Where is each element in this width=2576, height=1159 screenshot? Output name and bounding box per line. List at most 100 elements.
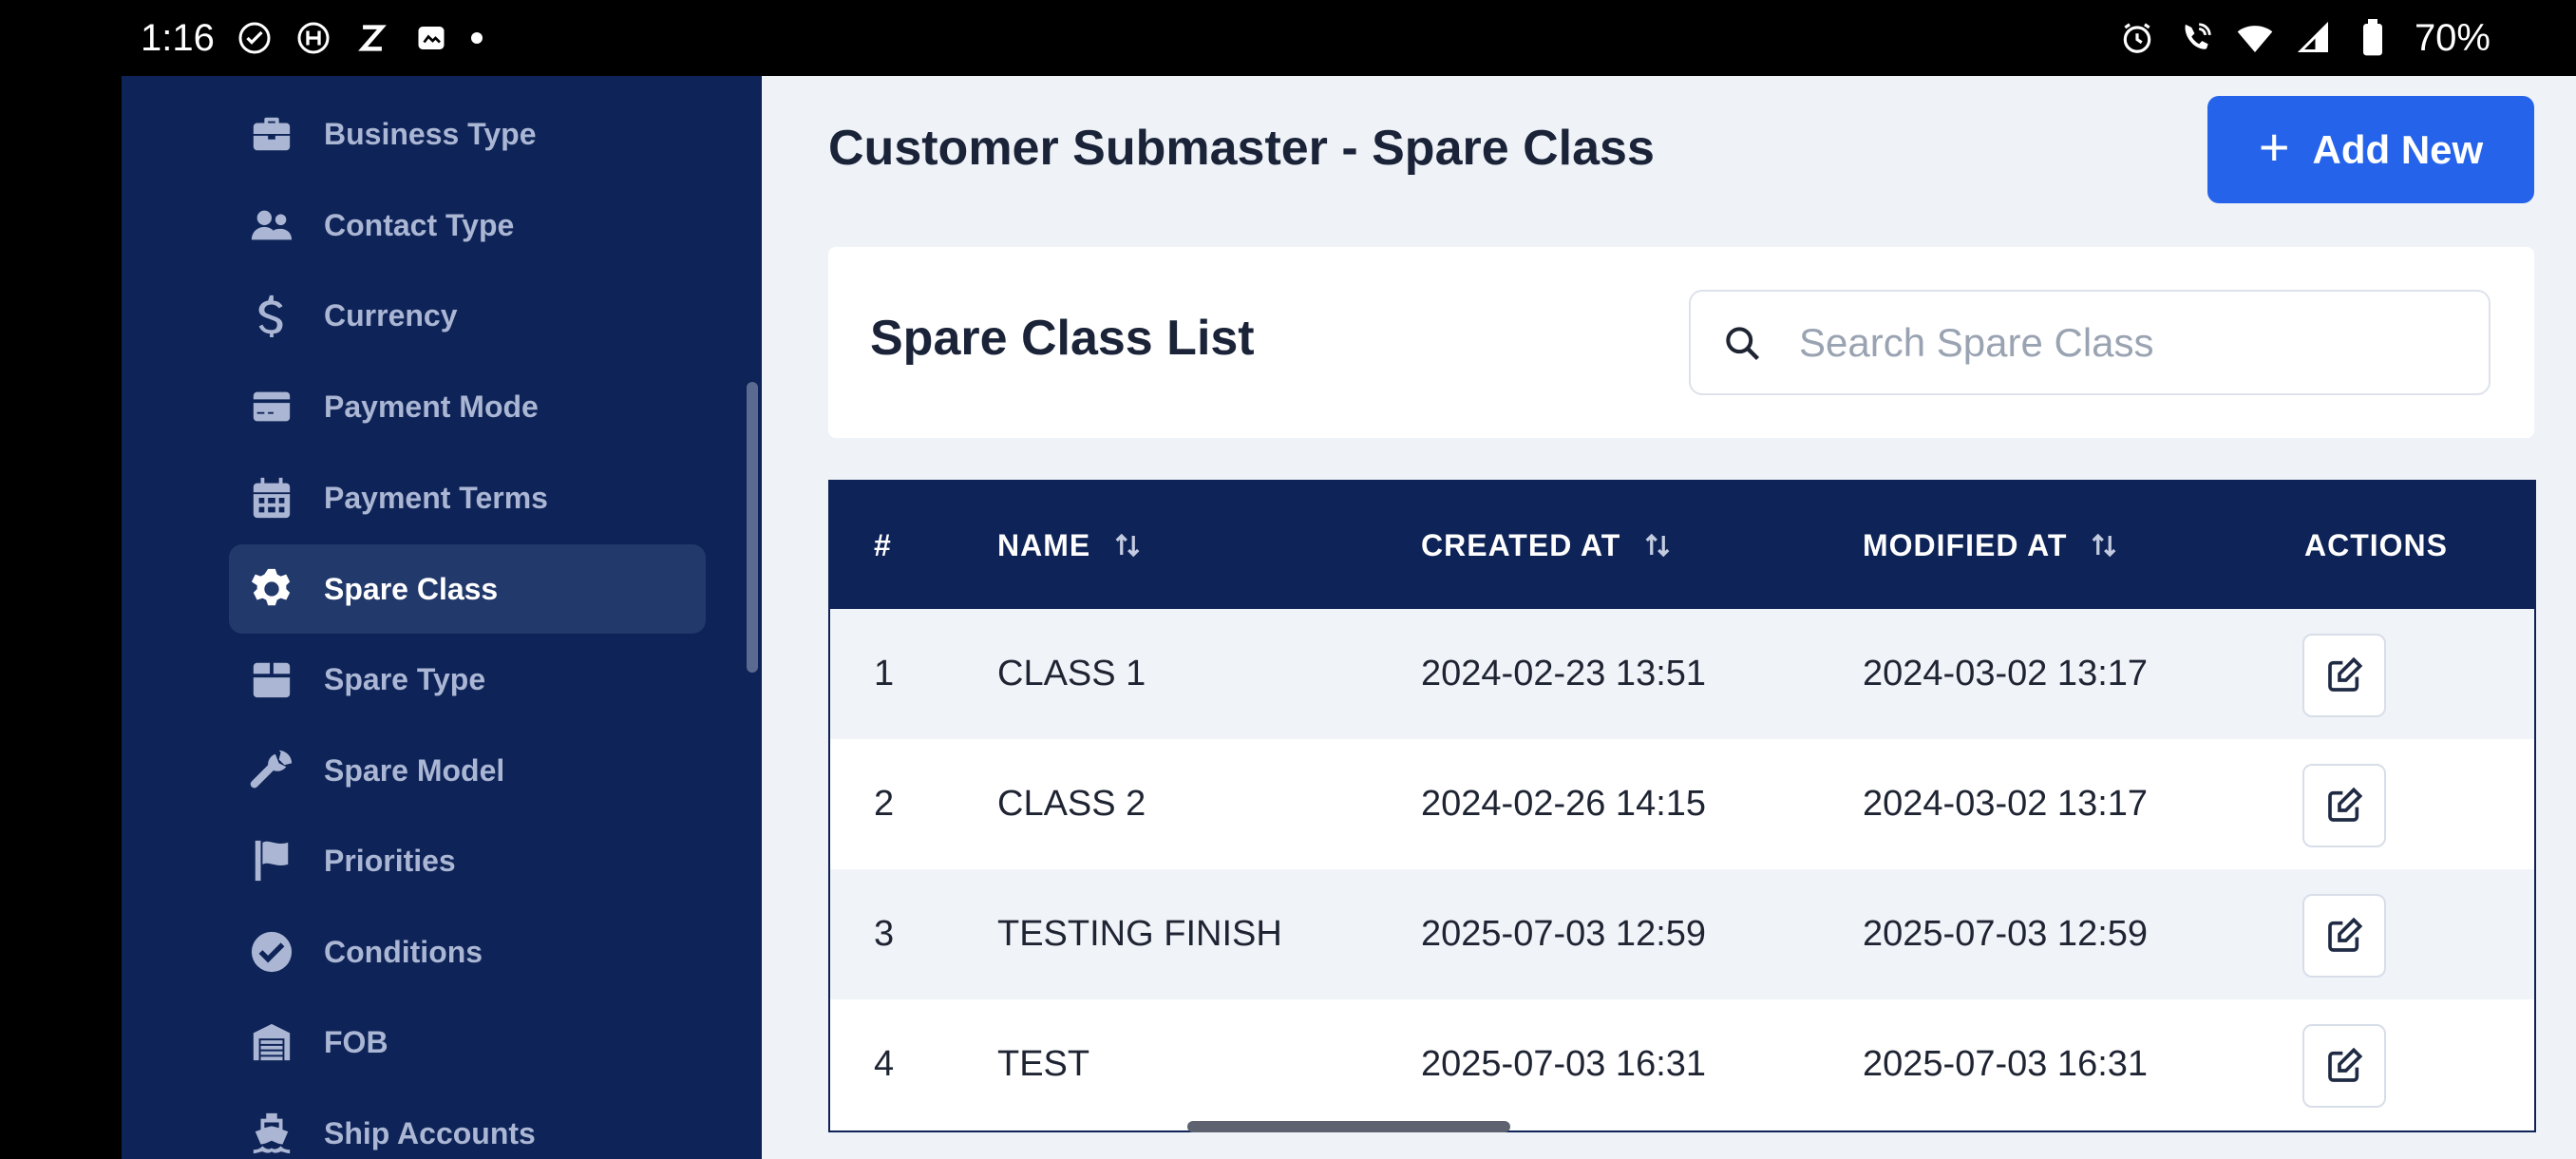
sidebar-item-label: Ship Accounts (324, 1115, 536, 1150)
alarm-icon (2118, 19, 2156, 57)
sidebar-item-currency[interactable]: Currency (229, 271, 706, 360)
sidebar-item-spare-class[interactable]: Spare Class (229, 544, 706, 634)
main-content: Customer Submaster - Spare Class + Add N… (762, 76, 2576, 1159)
check-circle-icon (236, 19, 274, 57)
sidebar-item-payment-terms[interactable]: Payment Terms (229, 453, 706, 542)
column-header-number: # (874, 527, 892, 562)
sidebar-item-label: Conditions (324, 934, 483, 969)
table-row: 4 TEST 2025-07-03 16:31 2025-07-03 16:31 (830, 999, 2534, 1130)
wrench-icon (248, 747, 295, 794)
sidebar-item-ship-accounts[interactable]: Ship Accounts (229, 1089, 706, 1159)
cell-number: 3 (874, 914, 895, 954)
spare-class-table: # NAME CREATED AT MODIFIED AT ACTIONS 1 … (828, 480, 2536, 1132)
sort-icon[interactable] (2090, 531, 2118, 560)
cell-name: CLASS 2 (997, 784, 1146, 824)
screen-edge (0, 0, 122, 1159)
table-header: # NAME CREATED AT MODIFIED AT ACTIONS (830, 482, 2534, 609)
photo-app-icon (412, 19, 450, 57)
sidebar-item-label: Business Type (324, 116, 537, 151)
table-horizontal-scrollbar[interactable] (1187, 1121, 1510, 1132)
box-icon (248, 656, 295, 703)
h-badge-icon (294, 19, 332, 57)
table-row: 2 CLASS 2 2024-02-26 14:15 2024-03-02 13… (830, 739, 2534, 869)
cell-name: CLASS 1 (997, 654, 1146, 694)
sidebar-scrollbar[interactable] (747, 382, 758, 673)
sidebar-item-payment-mode[interactable]: Payment Mode (229, 362, 706, 451)
plus-icon: + (2258, 116, 2290, 177)
sort-icon[interactable] (1113, 531, 1142, 560)
sidebar-item-spare-type[interactable]: Spare Type (229, 635, 706, 724)
list-title: Spare Class List (870, 311, 1255, 366)
wifi-call-icon (2177, 19, 2215, 57)
edit-button[interactable] (2302, 894, 2386, 978)
sidebar-item-label: Priorities (324, 843, 456, 878)
column-header-name[interactable]: NAME (997, 482, 1142, 609)
edit-button[interactable] (2302, 634, 2386, 717)
check-circle-icon (248, 928, 295, 976)
cell-created-at: 2025-07-03 16:31 (1421, 1044, 1707, 1084)
calendar-icon (248, 474, 295, 522)
sidebar-item-label: FOB (324, 1024, 388, 1059)
battery-percent: 70% (2414, 16, 2491, 59)
cell-name: TESTING FINISH (997, 914, 1282, 954)
credit-card-icon (248, 383, 295, 430)
cell-modified-at: 2024-03-02 13:17 (1863, 654, 2149, 694)
cell-modified-at: 2025-07-03 12:59 (1863, 914, 2149, 954)
cell-created-at: 2024-02-23 13:51 (1421, 654, 1707, 694)
cell-created-at: 2025-07-03 12:59 (1421, 914, 1707, 954)
cell-name: TEST (997, 1044, 1090, 1084)
add-new-label: Add New (2312, 126, 2484, 172)
notification-dot-icon (470, 32, 483, 44)
flag-icon (248, 837, 295, 884)
sidebar-item-conditions[interactable]: Conditions (229, 907, 706, 997)
search-input[interactable] (1799, 319, 2445, 366)
wifi-icon (2236, 19, 2274, 57)
sidebar-item-label: Spare Type (324, 661, 486, 696)
add-new-button[interactable]: + Add New (2207, 96, 2534, 203)
sidebar-item-label: Spare Class (324, 571, 499, 606)
table-row: 3 TESTING FINISH 2025-07-03 12:59 2025-0… (830, 869, 2534, 999)
status-time: 1:16 (141, 16, 215, 59)
status-bar: 1:16 70% (122, 0, 2576, 76)
z-app-icon (353, 19, 391, 57)
sidebar-item-spare-model[interactable]: Spare Model (229, 726, 706, 815)
dollar-icon (248, 292, 295, 339)
cell-modified-at: 2025-07-03 16:31 (1863, 1044, 2149, 1084)
sidebar-item-label: Currency (324, 297, 458, 332)
column-header-created-at[interactable]: CREATED AT (1421, 482, 1672, 609)
cell-created-at: 2024-02-26 14:15 (1421, 784, 1707, 824)
edit-icon (2328, 1047, 2363, 1082)
sort-icon[interactable] (1643, 531, 1672, 560)
edit-icon (2328, 656, 2363, 692)
briefcase-icon (248, 110, 295, 158)
list-header-card: Spare Class List (828, 247, 2534, 438)
cell-modified-at: 2024-03-02 13:17 (1863, 784, 2149, 824)
column-header-modified-at[interactable]: MODIFIED AT (1863, 482, 2118, 609)
warehouse-icon (248, 1018, 295, 1066)
search-icon (1719, 320, 1765, 366)
sidebar-item-label: Payment Mode (324, 389, 539, 424)
battery-icon (2354, 19, 2392, 57)
edit-icon (2328, 787, 2363, 822)
column-header-actions: ACTIONS (2304, 527, 2448, 562)
sidebar-item-business-type[interactable]: Business Type (229, 89, 706, 179)
cell-number: 4 (874, 1044, 895, 1084)
edit-button[interactable] (2302, 764, 2386, 847)
sidebar-item-label: Payment Terms (324, 480, 548, 515)
sidebar-item-priorities[interactable]: Priorities (229, 816, 706, 905)
page-title: Customer Submaster - Spare Class (828, 121, 1655, 176)
search-box[interactable] (1689, 290, 2491, 395)
table-row: 1 CLASS 1 2024-02-23 13:51 2024-03-02 13… (830, 609, 2534, 739)
sidebar-item-fob[interactable]: FOB (229, 998, 706, 1087)
signal-icon (2295, 19, 2333, 57)
edit-button[interactable] (2302, 1024, 2386, 1108)
cell-number: 2 (874, 784, 895, 824)
ship-icon (248, 1110, 295, 1157)
sidebar-item-label: Spare Model (324, 752, 505, 788)
sidebar-item-label: Contact Type (324, 207, 515, 242)
sidebar-item-contact-type[interactable]: Contact Type (229, 180, 706, 270)
edit-icon (2328, 917, 2363, 952)
cell-number: 1 (874, 654, 895, 694)
sidebar: Business Type Contact Type Currency Paym… (122, 76, 762, 1159)
gear-icon (248, 565, 295, 613)
